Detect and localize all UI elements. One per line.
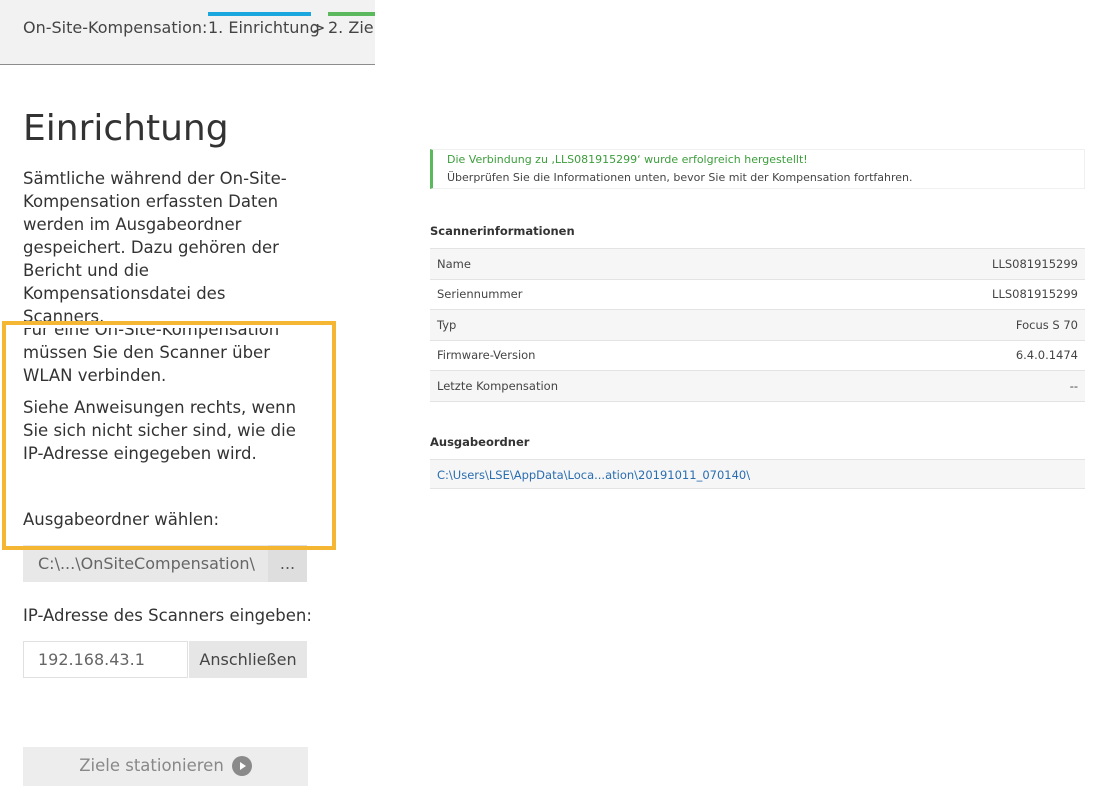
table-row: Seriennummer LLS081915299 — [430, 279, 1085, 310]
row-value: LLS081915299 — [992, 256, 1078, 271]
row-label: Letzte Kompensation — [437, 378, 559, 393]
row-value: 6.4.0.1474 — [1015, 348, 1078, 363]
place-targets-button[interactable]: Ziele stationieren — [23, 747, 308, 786]
ip-help-text: Siehe Anweisungen rechts, wenn Sie sich … — [23, 398, 297, 463]
wizard-header: On-Site-Kompensation: 1. Einrichtung > 2… — [0, 0, 375, 65]
setup-panel: On-Site-Kompensation: 1. Einrichtung > 2… — [0, 0, 375, 795]
output-folder-link[interactable]: C:\Users\LSE\AppData\Loca...ation\201910… — [437, 468, 750, 482]
alert-title: Die Verbindung zu ‚LLS081915299‘ wurde e… — [447, 153, 808, 166]
row-label: Firmware-Version — [437, 348, 536, 363]
browse-folder-button[interactable]: ... — [268, 545, 307, 582]
alert-text: Überprüfen Sie die Informationen unten, … — [447, 171, 913, 184]
row-label: Typ — [437, 317, 457, 332]
output-folder-heading: Ausgabeordner — [430, 435, 530, 449]
step2-indicator — [328, 12, 375, 16]
wizard-title: On-Site-Kompensation: — [23, 18, 208, 37]
ip-address-group: Anschließen — [23, 641, 307, 678]
row-value: Focus S 70 — [1015, 317, 1078, 332]
row-label: Name — [437, 256, 471, 271]
output-folder-field: C:\...\OnSiteCompensation\ ... — [23, 545, 307, 582]
ip-address-label: IP-Adresse des Scanners eingeben: — [23, 606, 312, 625]
ip-address-input[interactable] — [23, 641, 188, 678]
step-targets[interactable]: 2. Ziele — [328, 18, 375, 37]
place-targets-label: Ziele stationieren — [79, 756, 224, 776]
intro-text: Sämtliche während der On-Site-Kompensati… — [23, 169, 287, 326]
wlan-text: Für eine On-Site-Kompensation müssen Sie… — [23, 320, 280, 385]
page-title: Einrichtung — [23, 108, 229, 149]
table-row: Firmware-Version 6.4.0.1474 — [430, 340, 1085, 371]
row-label: Seriennummer — [437, 287, 523, 302]
table-row: Name LLS081915299 — [430, 248, 1085, 279]
output-folder-path[interactable]: C:\...\OnSiteCompensation\ — [38, 554, 255, 573]
scanner-info-heading: Scannerinformationen — [430, 224, 575, 238]
row-value: -- — [1069, 378, 1078, 393]
row-value: LLS081915299 — [992, 287, 1078, 302]
table-row: Typ Focus S 70 — [430, 309, 1085, 340]
play-icon — [231, 755, 252, 776]
step1-indicator — [208, 12, 311, 16]
output-folder-label: Ausgabeordner wählen: — [23, 510, 220, 529]
output-folder-row: C:\Users\LSE\AppData\Loca...ation\201910… — [430, 459, 1085, 489]
connect-button[interactable]: Anschließen — [189, 641, 307, 678]
scanner-info-table: Name LLS081915299 Seriennummer LLS08191529… — [430, 248, 1085, 402]
table-row: Letzte Kompensation -- — [430, 370, 1085, 401]
connection-success-alert: Die Verbindung zu ‚LLS081915299‘ wurde e… — [430, 149, 1085, 189]
step-separator: > — [312, 18, 326, 37]
step-setup[interactable]: 1. Einrichtung — [208, 18, 320, 37]
